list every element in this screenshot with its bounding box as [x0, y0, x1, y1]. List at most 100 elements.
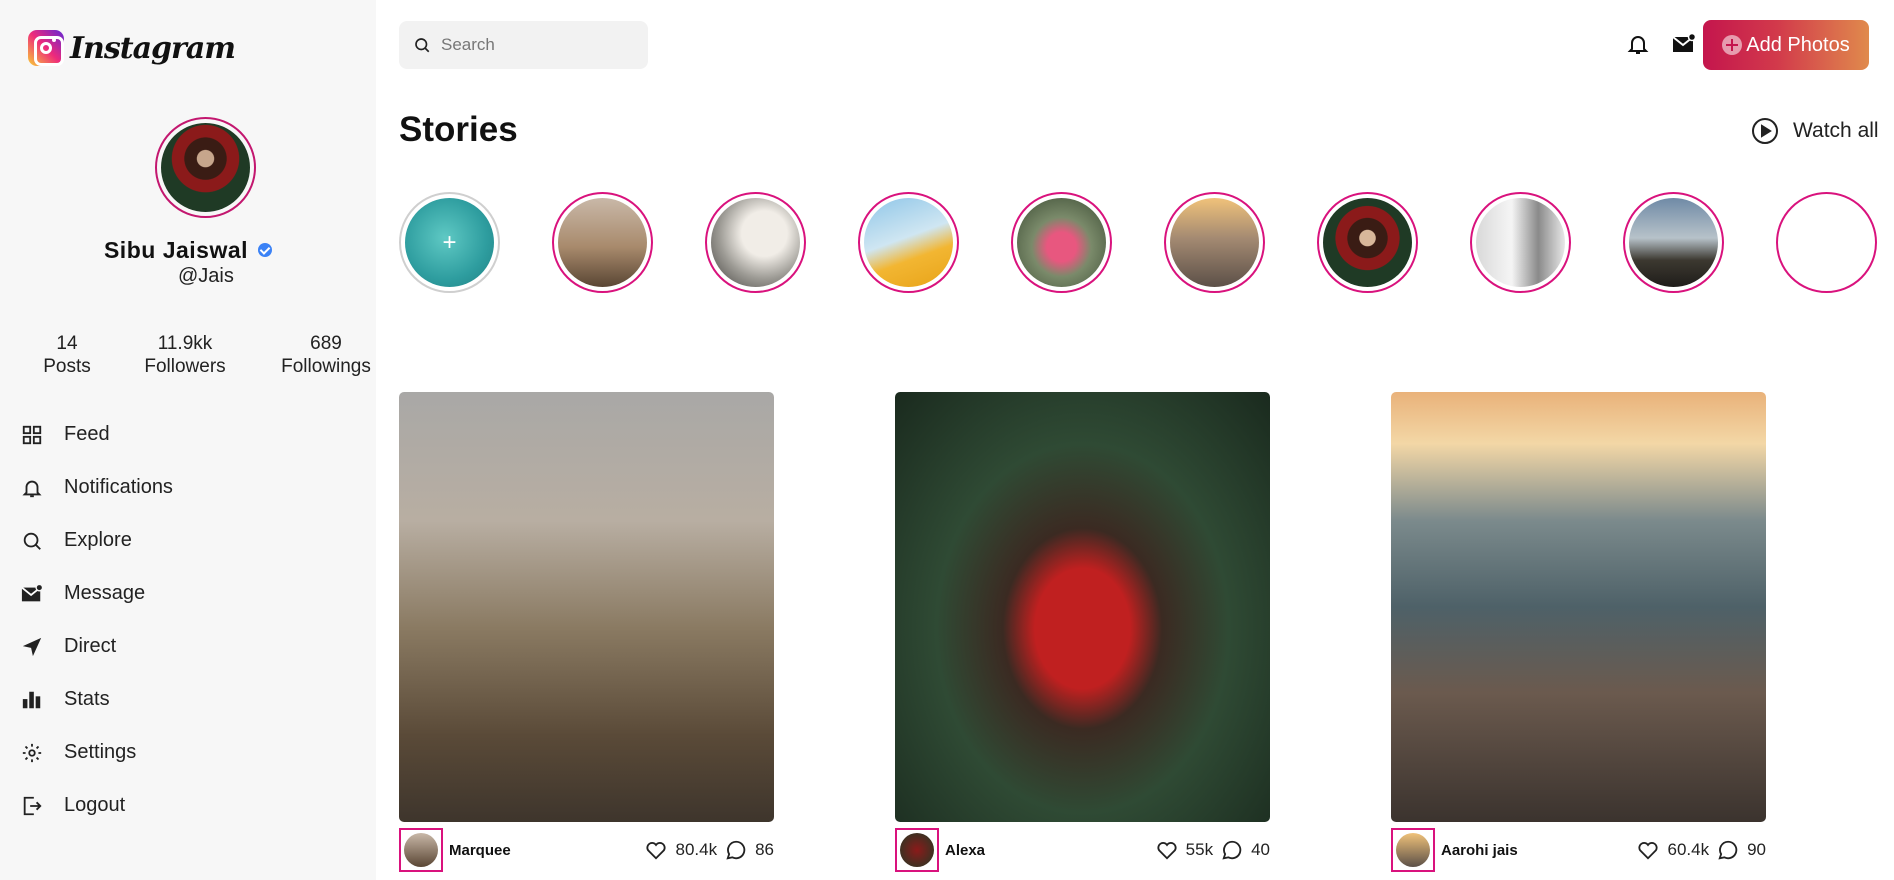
watch-all-button[interactable]: Watch all — [1751, 117, 1879, 145]
sidebar-item-label: Logout — [64, 794, 126, 816]
add-story-button[interactable]: + — [399, 192, 500, 293]
sidebar-item-label: Stats — [64, 688, 110, 710]
heart-icon[interactable] — [1637, 839, 1659, 861]
play-circle-icon — [1752, 118, 1778, 144]
comment-icon[interactable] — [725, 839, 747, 861]
story-thumbnail — [1476, 198, 1565, 287]
story-avatar[interactable] — [1470, 192, 1571, 293]
story-avatar[interactable] — [1776, 192, 1877, 293]
like-count: 55k — [1185, 840, 1214, 859]
story-avatar[interactable] — [1164, 192, 1265, 293]
sidebar-item-label: Explore — [64, 529, 132, 551]
comment-icon[interactable] — [1717, 839, 1739, 861]
sidebar-item-logout[interactable]: Logout — [20, 779, 173, 832]
story-avatar[interactable] — [1623, 192, 1724, 293]
story-thumbnail — [1323, 198, 1412, 287]
sidebar-item-message[interactable]: Message — [20, 567, 173, 620]
instagram-logo-icon — [28, 30, 64, 66]
post-author-name[interactable]: Marquee — [449, 842, 511, 859]
like-count: 60.4k — [1667, 840, 1710, 859]
story-avatar[interactable] — [1317, 192, 1418, 293]
stat-followings: 689 Followings — [276, 332, 376, 378]
search-icon — [20, 529, 44, 553]
sidebar-item-stats[interactable]: Stats — [20, 673, 173, 726]
grid-icon — [20, 423, 44, 447]
heart-icon[interactable] — [645, 839, 667, 861]
post-author-avatar[interactable] — [895, 828, 939, 872]
search-input[interactable] — [441, 35, 621, 55]
post-card: Aarohi jais 60.4k 90 — [1391, 392, 1766, 872]
post-stats: 80.4k 86 — [645, 839, 774, 861]
sidebar-item-label: Message — [64, 582, 146, 604]
profile-name-text: Sibu Jaiswal — [103, 237, 249, 263]
search-bar[interactable] — [399, 21, 648, 69]
search-icon — [415, 38, 430, 53]
notifications-button[interactable] — [1625, 31, 1651, 57]
sidebar-item-label: Feed — [64, 423, 110, 445]
story-thumbnail — [1170, 198, 1259, 287]
post-stats: 55k 40 — [1156, 839, 1270, 861]
bell-icon — [20, 476, 44, 500]
sidebar-item-notifications[interactable]: Notifications — [20, 461, 173, 514]
sidebar-nav: Feed Notifications Explore Message Direc… — [20, 408, 173, 832]
post-author-avatar[interactable] — [399, 828, 443, 872]
add-photos-label: Add Photos — [1746, 33, 1850, 56]
sidebar-item-direct[interactable]: Direct — [20, 620, 173, 673]
story-thumbnail — [1017, 198, 1106, 287]
comment-count: 40 — [1251, 840, 1270, 859]
bell-icon — [1627, 36, 1649, 54]
stat-label: Followings — [281, 356, 371, 377]
sidebar-item-feed[interactable]: Feed — [20, 408, 173, 461]
sidebar: Instagram Sibu Jaiswal @Jais 14 Posts 11… — [0, 0, 376, 880]
story-avatar[interactable] — [1011, 192, 1112, 293]
logout-icon — [20, 794, 44, 818]
story-avatar[interactable] — [705, 192, 806, 293]
post-stats: 60.4k 90 — [1637, 839, 1766, 861]
story-avatar[interactable] — [552, 192, 653, 293]
post-author-avatar[interactable] — [1391, 828, 1435, 872]
logo-wordmark: Instagram — [70, 30, 236, 66]
profile-avatar-image — [161, 123, 250, 212]
add-story-thumbnail: + — [405, 198, 494, 287]
stat-label: Posts — [43, 356, 91, 377]
mail-icon — [1672, 32, 1696, 52]
post-image[interactable] — [895, 392, 1270, 822]
instagram-logo[interactable]: Instagram — [28, 30, 236, 66]
post-author-name[interactable]: Alexa — [945, 842, 985, 859]
story-thumbnail — [1782, 198, 1871, 287]
comment-icon[interactable] — [1221, 839, 1243, 861]
heart-icon[interactable] — [1156, 839, 1178, 861]
watch-all-label: Watch all — [1793, 119, 1879, 142]
sidebar-item-label: Notifications — [64, 476, 173, 498]
sidebar-item-explore[interactable]: Explore — [20, 514, 173, 567]
stat-followers: 11.9kk Followers — [137, 332, 233, 378]
sidebar-item-label: Direct — [64, 635, 117, 657]
sidebar-item-settings[interactable]: Settings — [20, 726, 173, 779]
post-author-name[interactable]: Aarohi jais — [1441, 842, 1518, 859]
comment-count: 86 — [755, 840, 774, 859]
post-footer: Alexa 55k 40 — [895, 828, 1270, 872]
story-thumbnail — [711, 198, 800, 287]
mail-icon — [20, 582, 44, 606]
stat-posts: 14 Posts — [35, 332, 99, 378]
post-footer: Marquee 80.4k 86 — [399, 828, 774, 872]
post-image[interactable] — [399, 392, 774, 822]
post-image[interactable] — [1391, 392, 1766, 822]
story-thumbnail — [1629, 198, 1718, 287]
profile-avatar[interactable] — [155, 117, 256, 218]
post-footer: Aarohi jais 60.4k 90 — [1391, 828, 1766, 872]
story-thumbnail — [864, 198, 953, 287]
stories-heading: Stories — [399, 110, 518, 149]
plus-circle-icon — [1722, 35, 1743, 55]
stat-value: 11.9kk — [157, 333, 213, 354]
bar-chart-icon — [20, 688, 44, 712]
story-avatar[interactable] — [858, 192, 959, 293]
post-card: Alexa 55k 40 — [895, 392, 1270, 872]
add-story-plus-icon: + — [442, 228, 457, 256]
profile-name: Sibu Jaiswal — [0, 237, 376, 264]
like-count: 80.4k — [675, 840, 718, 859]
stat-value: 14 — [56, 333, 78, 354]
messages-button[interactable] — [1671, 31, 1697, 57]
add-photos-button[interactable]: Add Photos — [1703, 20, 1869, 70]
profile-handle: @Jais — [178, 265, 234, 287]
